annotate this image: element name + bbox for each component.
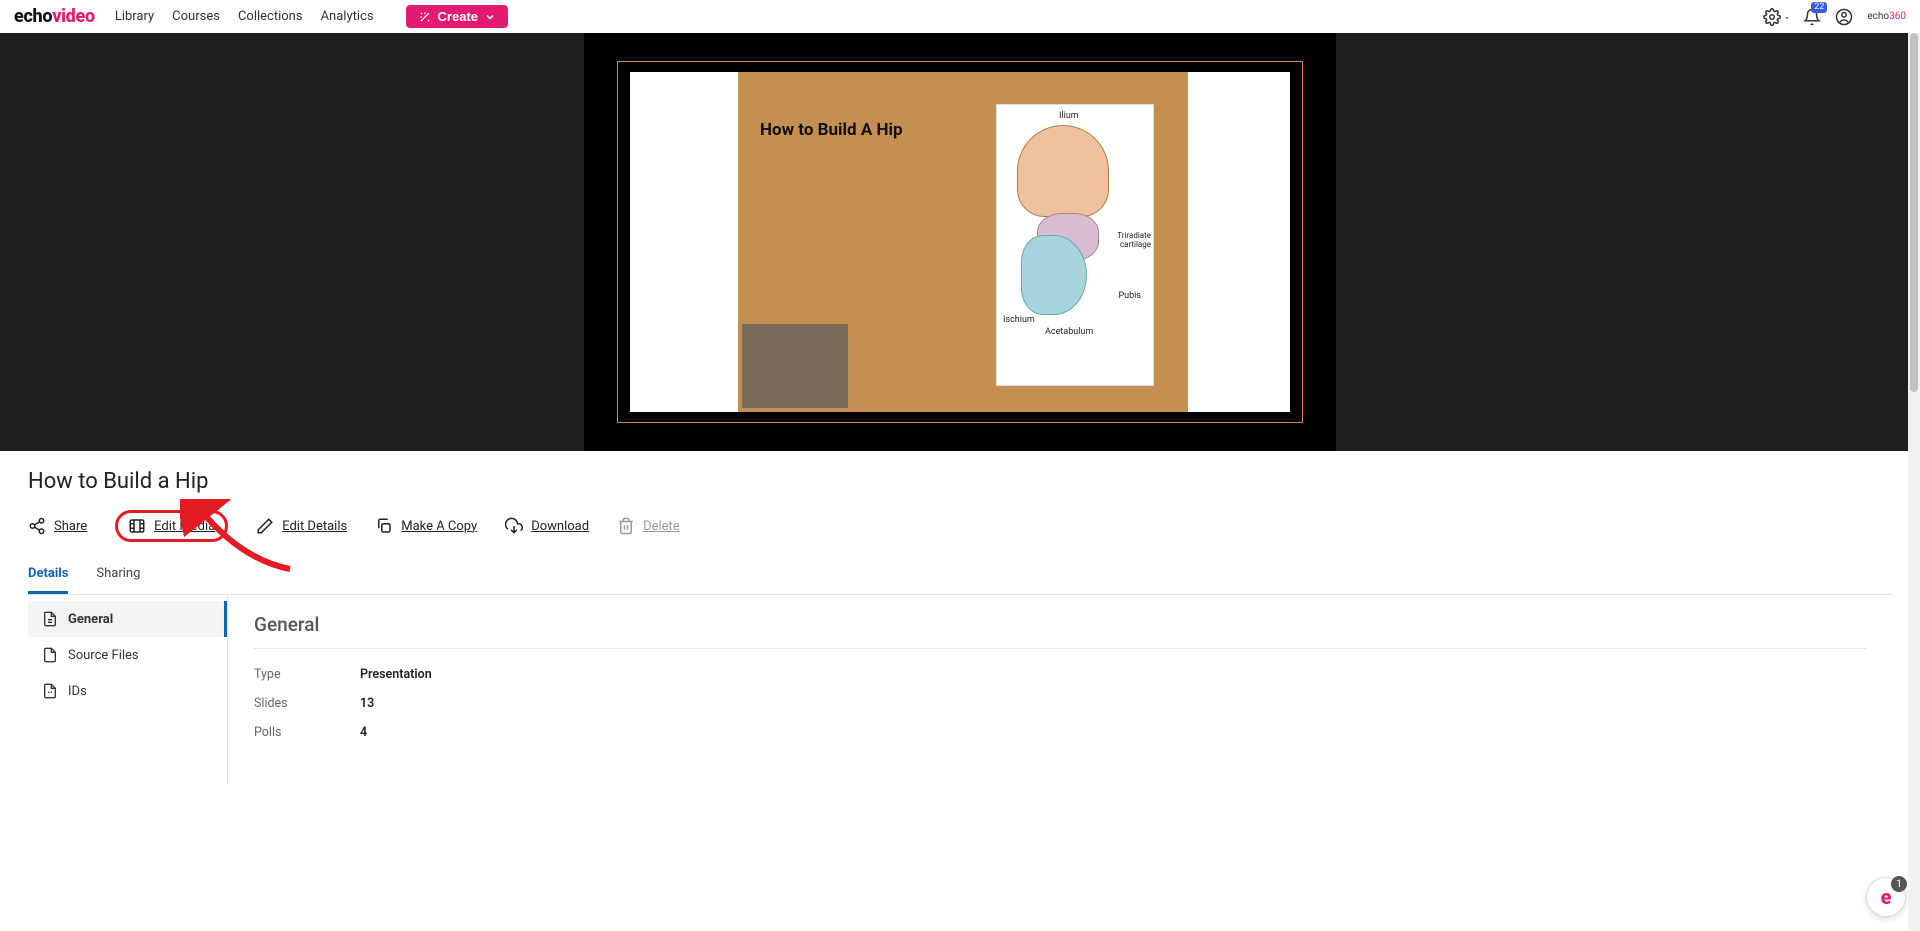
- help-badge: 1: [1891, 876, 1907, 892]
- download-icon: [505, 517, 523, 535]
- help-letter: e: [1881, 885, 1892, 909]
- video-player[interactable]: How to Build A Hip Ilium Triradiate cart…: [584, 33, 1336, 451]
- delete-label: Delete: [643, 519, 680, 534]
- tab-sharing[interactable]: Sharing: [96, 556, 140, 594]
- document-icon: [42, 611, 58, 627]
- details-main: General Type Presentation Slides 13 Poll…: [228, 595, 1892, 784]
- slide-canvas: How to Build A Hip Ilium Triradiate cart…: [630, 72, 1290, 412]
- slides-value: 13: [360, 696, 374, 711]
- id-icon: [42, 683, 58, 699]
- notifications-icon[interactable]: 22: [1803, 8, 1821, 26]
- nav-links: Library Courses Collections Analytics Cr…: [115, 5, 508, 28]
- kv-type: Type Presentation: [254, 667, 1866, 682]
- file-icon: [42, 647, 58, 663]
- tab-details[interactable]: Details: [28, 556, 68, 594]
- kv-polls: Polls 4: [254, 725, 1866, 740]
- slide-frame: How to Build A Hip Ilium Triradiate cart…: [617, 61, 1303, 423]
- sidebar-item-general[interactable]: General: [28, 601, 227, 637]
- label-ischium: Ischium: [1003, 315, 1035, 325]
- caret-down-icon: [1783, 14, 1791, 22]
- film-icon: [128, 517, 146, 535]
- ischium-shape: [1021, 235, 1087, 315]
- settings-icon[interactable]: [1763, 8, 1781, 26]
- slides-label: Slides: [254, 696, 360, 711]
- slide-title: How to Build A Hip: [760, 120, 903, 140]
- brand-small[interactable]: echo360: [1867, 11, 1906, 22]
- ilium-shape: [1017, 125, 1109, 217]
- type-value: Presentation: [360, 667, 432, 682]
- label-acetabulum: Acetabulum: [1045, 327, 1093, 337]
- sidebar-general-label: General: [68, 612, 113, 627]
- kv-slides: Slides 13: [254, 696, 1866, 711]
- share-action[interactable]: Share: [28, 517, 87, 535]
- help-bubble[interactable]: e 1: [1866, 877, 1906, 917]
- polls-label: Polls: [254, 725, 360, 740]
- scrollbar[interactable]: [1908, 33, 1920, 931]
- nav-library[interactable]: Library: [115, 9, 154, 24]
- sidebar-item-ids[interactable]: IDs: [28, 673, 227, 709]
- brand-part1: echo: [14, 6, 52, 27]
- media-title: How to Build a Hip: [28, 469, 1892, 494]
- nav-analytics[interactable]: Analytics: [321, 9, 374, 24]
- make-copy-action[interactable]: Make A Copy: [375, 517, 477, 535]
- tabs: Details Sharing: [28, 556, 1892, 595]
- download-action[interactable]: Download: [505, 517, 589, 535]
- label-pubis: Pubis: [1118, 291, 1141, 301]
- scrollbar-thumb[interactable]: [1910, 33, 1918, 392]
- label-triradiate: Triradiate cartilage: [1117, 231, 1151, 249]
- notification-badge: 22: [1811, 2, 1827, 13]
- top-icons: 22 echo360: [1763, 8, 1906, 26]
- xray-thumbnail: [742, 324, 848, 408]
- label-ilium: Ilium: [1059, 111, 1079, 121]
- chevron-down-icon: [484, 11, 496, 23]
- magic-wand-icon: [418, 10, 432, 24]
- details-sidebar: General Source Files IDs: [28, 595, 228, 784]
- create-button[interactable]: Create: [406, 5, 508, 28]
- account-icon[interactable]: [1835, 8, 1853, 26]
- brand-part2: video: [52, 6, 95, 27]
- trash-icon: [617, 517, 635, 535]
- delete-action[interactable]: Delete: [617, 517, 680, 535]
- section-title: General: [254, 613, 1866, 649]
- action-bar: Share Edit Media Edit Details Make A Cop…: [28, 510, 1892, 542]
- annotation-arrow-icon: [180, 499, 300, 579]
- slide-content: How to Build A Hip Ilium Triradiate cart…: [738, 72, 1188, 412]
- make-copy-label: Make A Copy: [401, 519, 477, 534]
- top-nav: echovideo Library Courses Collections An…: [0, 0, 1920, 33]
- sidebar-source-files-label: Source Files: [68, 648, 139, 663]
- type-label: Type: [254, 667, 360, 682]
- sidebar-ids-label: IDs: [68, 684, 87, 699]
- details-panel: General Source Files IDs General Type Pr…: [28, 595, 1892, 784]
- nav-courses[interactable]: Courses: [172, 9, 220, 24]
- share-label: Share: [54, 519, 87, 534]
- anatomy-diagram: Ilium Triradiate cartilage Pubis Ischium…: [996, 104, 1154, 386]
- sidebar-item-source-files[interactable]: Source Files: [28, 637, 227, 673]
- share-icon: [28, 517, 46, 535]
- brand-logo[interactable]: echovideo: [14, 6, 95, 27]
- copy-icon: [375, 517, 393, 535]
- media-details-region: How to Build a Hip Share Edit Media Edit…: [0, 451, 1920, 784]
- nav-collections[interactable]: Collections: [238, 9, 303, 24]
- video-stage: How to Build A Hip Ilium Triradiate cart…: [0, 33, 1920, 451]
- download-label: Download: [531, 519, 589, 534]
- create-label: Create: [438, 9, 478, 24]
- polls-value: 4: [360, 725, 367, 740]
